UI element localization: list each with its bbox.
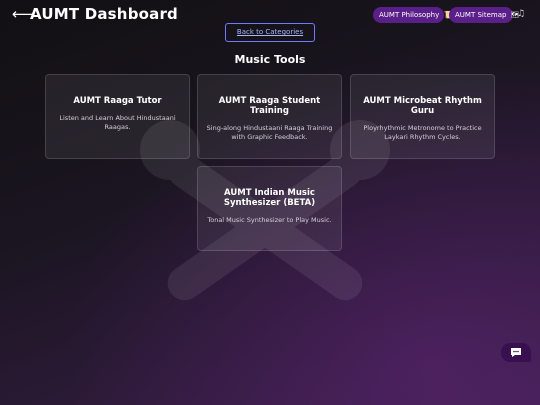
tool-card-microbeat-rhythm-guru[interactable]: AUMT Microbeat Rhythm Guru Ployrhythmic … [350, 74, 495, 159]
chat-bubble-icon [511, 348, 521, 357]
card-description: Ployrhythmic Metronome to Practice Layka… [363, 124, 482, 141]
card-description: Sing-along Hindustaani Raaga Training wi… [206, 124, 333, 141]
card-description: Tonal Music Synthesizer to Play Music. [207, 216, 332, 224]
card-title: AUMT Indian Music Synthesizer (BETA) [223, 188, 316, 208]
philosophy-link-button[interactable]: AUMT Philosophy 📜 [373, 7, 452, 23]
card-title: AUMT Raaga Student Training [218, 96, 321, 116]
tool-card-raaga-student-training[interactable]: AUMT Raaga Student Training Sing-along H… [197, 74, 342, 159]
chat-button[interactable] [501, 343, 531, 362]
tool-card-raaga-tutor[interactable]: AUMT Raaga Tutor Listen and Learn About … [45, 74, 190, 159]
sitemap-link-label: AUMT Sitemap [455, 11, 507, 19]
card-title: AUMT Raaga Tutor [73, 96, 162, 106]
card-title: AUMT Microbeat Rhythm Guru [363, 96, 482, 116]
page-title: AUMT Dashboard [30, 5, 178, 23]
music-note-icon[interactable]: ♫ [517, 9, 525, 19]
sitemap-link-button[interactable]: AUMT Sitemap 🗺 [449, 7, 520, 23]
tool-card-indian-music-synthesizer[interactable]: AUMT Indian Music Synthesizer (BETA) Ton… [197, 166, 342, 251]
back-to-categories-button[interactable]: Back to Categories [225, 23, 315, 42]
card-description: Listen and Learn About Hindustaani Raaga… [59, 114, 176, 131]
section-title: Music Tools [234, 53, 306, 66]
philosophy-link-label: AUMT Philosophy [379, 11, 440, 19]
